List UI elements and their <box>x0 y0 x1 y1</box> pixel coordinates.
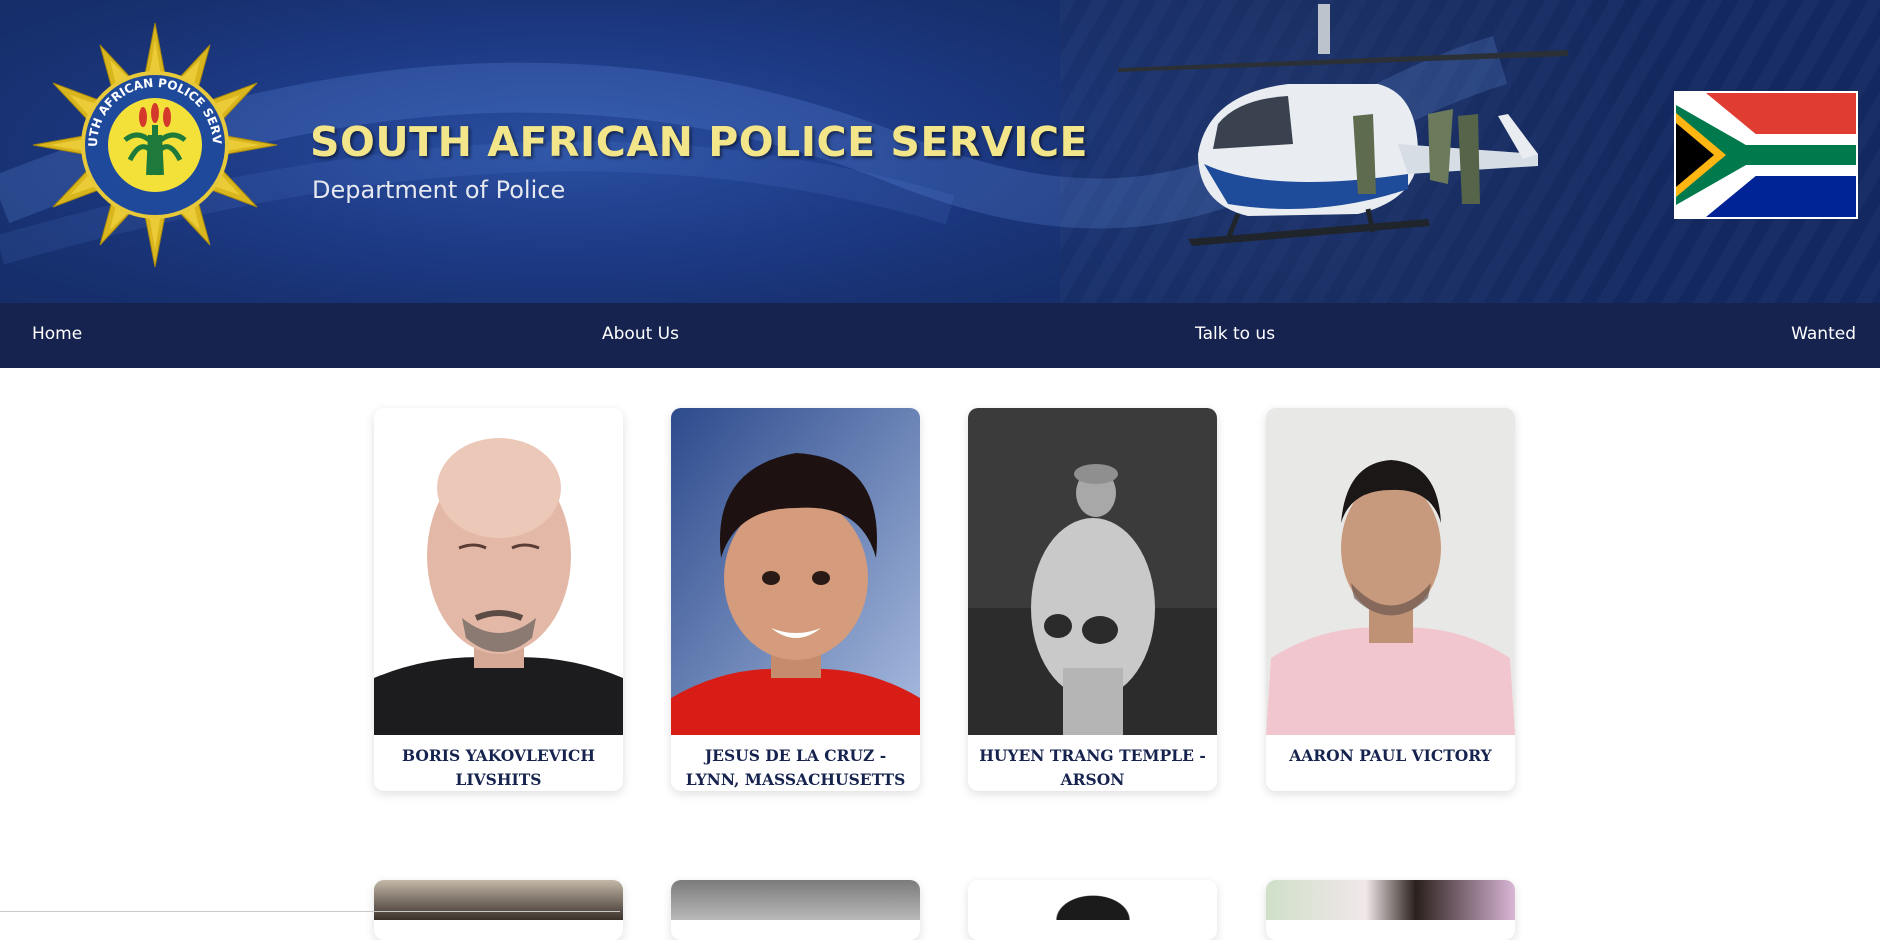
wanted-card[interactable]: JESUS DE LA CRUZ - LYNN, MASSACHUSETTS <box>671 408 920 791</box>
nav-home[interactable]: Home <box>32 324 82 344</box>
site-title: SOUTH AFRICAN POLICE SERVICE <box>310 118 1089 166</box>
wanted-photo <box>374 880 623 920</box>
wanted-photo <box>968 880 1217 920</box>
main-navigation: Home About Us Talk to us Wanted <box>0 303 1880 368</box>
nav-wanted[interactable]: Wanted <box>1791 324 1856 344</box>
saps-badge-logo: SOUTH AFRICAN POLICE SERVICE <box>32 22 278 268</box>
wanted-name: AARON PAUL VICTORY <box>1289 746 1492 765</box>
wanted-card[interactable] <box>374 880 623 940</box>
wanted-card[interactable] <box>968 880 1217 940</box>
wanted-name: BORIS YAKOVLEVICH LIVSHITS <box>402 746 595 789</box>
wanted-photo <box>374 408 623 735</box>
wanted-photo <box>671 880 920 920</box>
wanted-name: HUYEN TRANG TEMPLE - ARSON <box>979 746 1206 789</box>
page-divider <box>0 911 620 912</box>
wanted-card[interactable] <box>1266 880 1515 940</box>
wanted-card[interactable]: AARON PAUL VICTORY <box>1266 408 1515 791</box>
wanted-name: JESUS DE LA CRUZ - LYNN, MASSACHUSETTS <box>685 746 906 789</box>
nav-about-us[interactable]: About Us <box>602 324 679 344</box>
wanted-photo <box>1266 408 1515 735</box>
wanted-card[interactable]: HUYEN TRANG TEMPLE - ARSON <box>968 408 1217 791</box>
south-africa-flag <box>1676 93 1856 217</box>
wanted-photo <box>671 408 920 735</box>
wanted-card[interactable] <box>671 880 920 940</box>
header-banner: SOUTH AFRICAN POLICE SERVICE SOUTH AFRIC… <box>0 0 1880 303</box>
wanted-photo <box>968 408 1217 735</box>
police-helicopter-image <box>1118 4 1568 246</box>
wanted-card[interactable]: BORIS YAKOVLEVICH LIVSHITS <box>374 408 623 791</box>
wanted-photo <box>1266 880 1515 920</box>
site-subtitle: Department of Police <box>312 176 566 204</box>
nav-talk-to-us[interactable]: Talk to us <box>1195 324 1275 344</box>
